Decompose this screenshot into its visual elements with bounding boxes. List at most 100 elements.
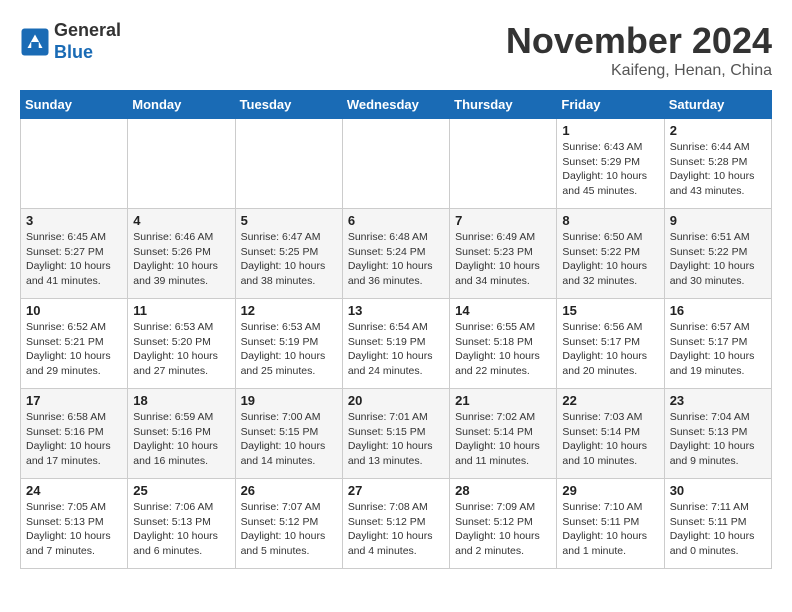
day-number: 5 [241,213,337,228]
weekday-header-wednesday: Wednesday [342,91,449,119]
calendar-cell: 8Sunrise: 6:50 AM Sunset: 5:22 PM Daylig… [557,209,664,299]
day-info: Sunrise: 7:08 AM Sunset: 5:12 PM Dayligh… [348,500,444,559]
day-number: 4 [133,213,229,228]
day-number: 9 [670,213,766,228]
day-info: Sunrise: 6:47 AM Sunset: 5:25 PM Dayligh… [241,230,337,289]
day-number: 2 [670,123,766,138]
day-number: 13 [348,303,444,318]
day-number: 20 [348,393,444,408]
day-info: Sunrise: 6:57 AM Sunset: 5:17 PM Dayligh… [670,320,766,379]
calendar-cell: 7Sunrise: 6:49 AM Sunset: 5:23 PM Daylig… [450,209,557,299]
calendar-cell: 6Sunrise: 6:48 AM Sunset: 5:24 PM Daylig… [342,209,449,299]
day-info: Sunrise: 6:53 AM Sunset: 5:19 PM Dayligh… [241,320,337,379]
day-number: 10 [26,303,122,318]
day-info: Sunrise: 7:06 AM Sunset: 5:13 PM Dayligh… [133,500,229,559]
day-number: 30 [670,483,766,498]
month-title: November 2024 [506,20,772,62]
calendar-cell: 4 Sunrise: 6:46 AM Sunset: 5:26 PM Daylig… [128,209,235,299]
day-number: 3 [26,213,122,228]
weekday-header-thursday: Thursday [450,91,557,119]
day-info: Sunrise: 6:52 AM Sunset: 5:21 PM Dayligh… [26,320,122,379]
title-block: November 2024 Kaifeng, Henan, China [506,20,772,80]
day-info: Sunrise: 7:10 AM Sunset: 5:11 PM Dayligh… [562,500,658,559]
day-number: 15 [562,303,658,318]
weekday-header-sunday: Sunday [21,91,128,119]
day-info: Sunrise: 6:56 AM Sunset: 5:17 PM Dayligh… [562,320,658,379]
day-number: 8 [562,213,658,228]
day-info: Sunrise: 7:07 AM Sunset: 5:12 PM Dayligh… [241,500,337,559]
day-info: Sunrise: 7:00 AM Sunset: 5:15 PM Dayligh… [241,410,337,469]
calendar-cell: 15 Sunrise: 6:56 AM Sunset: 5:17 PM Dayli… [557,299,664,389]
calendar-cell [128,119,235,209]
calendar-cell: 9 Sunrise: 6:51 AM Sunset: 5:22 PM Daylig… [664,209,771,299]
logo-icon [20,27,50,57]
day-number: 18 [133,393,229,408]
day-info: Sunrise: 6:44 AM Sunset: 5:28 PM Dayligh… [670,140,766,199]
day-info: Sunrise: 6:48 AM Sunset: 5:24 PM Dayligh… [348,230,444,289]
logo: General Blue [20,20,121,63]
day-info: Sunrise: 6:58 AM Sunset: 5:16 PM Dayligh… [26,410,122,469]
calendar-cell [342,119,449,209]
calendar-week-row: 3 Sunrise: 6:45 AM Sunset: 5:27 PM Daylig… [21,209,772,299]
calendar-cell: 5 Sunrise: 6:47 AM Sunset: 5:25 PM Daylig… [235,209,342,299]
calendar-cell: 16 Sunrise: 6:57 AM Sunset: 5:17 PM Dayli… [664,299,771,389]
day-info: Sunrise: 6:51 AM Sunset: 5:22 PM Dayligh… [670,230,766,289]
day-number: 25 [133,483,229,498]
calendar-cell [235,119,342,209]
day-number: 22 [562,393,658,408]
day-info: Sunrise: 7:05 AM Sunset: 5:13 PM Dayligh… [26,500,122,559]
day-number: 17 [26,393,122,408]
day-number: 12 [241,303,337,318]
calendar-week-row: 24 Sunrise: 7:05 AM Sunset: 5:13 PM Dayli… [21,479,772,569]
logo-text: General Blue [54,20,121,63]
day-info: Sunrise: 6:53 AM Sunset: 5:20 PM Dayligh… [133,320,229,379]
day-info: Sunrise: 6:46 AM Sunset: 5:26 PM Dayligh… [133,230,229,289]
calendar-cell: 22 Sunrise: 7:03 AM Sunset: 5:14 PM Dayli… [557,389,664,479]
calendar-cell: 10 Sunrise: 6:52 AM Sunset: 5:21 PM Dayli… [21,299,128,389]
location: Kaifeng, Henan, China [506,62,772,80]
day-info: Sunrise: 7:09 AM Sunset: 5:12 PM Dayligh… [455,500,551,559]
day-info: Sunrise: 6:43 AM Sunset: 5:29 PM Dayligh… [562,140,658,199]
weekday-header-monday: Monday [128,91,235,119]
calendar-cell: 23Sunrise: 7:04 AM Sunset: 5:13 PM Dayli… [664,389,771,479]
day-number: 14 [455,303,551,318]
page-header: General Blue November 2024 Kaifeng, Hena… [20,20,772,80]
weekday-header-row: SundayMondayTuesdayWednesdayThursdayFrid… [21,91,772,119]
day-number: 16 [670,303,766,318]
calendar-cell: 26Sunrise: 7:07 AM Sunset: 5:12 PM Dayli… [235,479,342,569]
day-info: Sunrise: 6:59 AM Sunset: 5:16 PM Dayligh… [133,410,229,469]
day-info: Sunrise: 7:02 AM Sunset: 5:14 PM Dayligh… [455,410,551,469]
day-info: Sunrise: 6:45 AM Sunset: 5:27 PM Dayligh… [26,230,122,289]
calendar-cell: 12 Sunrise: 6:53 AM Sunset: 5:19 PM Dayli… [235,299,342,389]
calendar-cell: 25 Sunrise: 7:06 AM Sunset: 5:13 PM Dayli… [128,479,235,569]
calendar-cell: 13 Sunrise: 6:54 AM Sunset: 5:19 PM Dayli… [342,299,449,389]
day-number: 11 [133,303,229,318]
calendar-cell: 30Sunrise: 7:11 AM Sunset: 5:11 PM Dayli… [664,479,771,569]
day-info: Sunrise: 7:04 AM Sunset: 5:13 PM Dayligh… [670,410,766,469]
calendar-cell: 17 Sunrise: 6:58 AM Sunset: 5:16 PM Dayli… [21,389,128,479]
weekday-header-friday: Friday [557,91,664,119]
day-info: Sunrise: 7:03 AM Sunset: 5:14 PM Dayligh… [562,410,658,469]
calendar-cell: 3 Sunrise: 6:45 AM Sunset: 5:27 PM Daylig… [21,209,128,299]
weekday-header-saturday: Saturday [664,91,771,119]
calendar-cell: 28 Sunrise: 7:09 AM Sunset: 5:12 PM Dayli… [450,479,557,569]
weekday-header-tuesday: Tuesday [235,91,342,119]
calendar-cell: 11 Sunrise: 6:53 AM Sunset: 5:20 PM Dayli… [128,299,235,389]
day-number: 21 [455,393,551,408]
calendar-cell: 21 Sunrise: 7:02 AM Sunset: 5:14 PM Dayli… [450,389,557,479]
calendar-cell: 29Sunrise: 7:10 AM Sunset: 5:11 PM Dayli… [557,479,664,569]
calendar-cell [21,119,128,209]
day-number: 7 [455,213,551,228]
day-number: 24 [26,483,122,498]
calendar-week-row: 10 Sunrise: 6:52 AM Sunset: 5:21 PM Dayli… [21,299,772,389]
day-number: 1 [562,123,658,138]
calendar-cell [450,119,557,209]
calendar-cell: 2 Sunrise: 6:44 AM Sunset: 5:28 PM Daylig… [664,119,771,209]
calendar-cell: 14 Sunrise: 6:55 AM Sunset: 5:18 PM Dayli… [450,299,557,389]
day-number: 28 [455,483,551,498]
day-number: 27 [348,483,444,498]
calendar-week-row: 1 Sunrise: 6:43 AM Sunset: 5:29 PM Daylig… [21,119,772,209]
day-info: Sunrise: 6:54 AM Sunset: 5:19 PM Dayligh… [348,320,444,379]
day-info: Sunrise: 6:55 AM Sunset: 5:18 PM Dayligh… [455,320,551,379]
calendar-cell: 27 Sunrise: 7:08 AM Sunset: 5:12 PM Dayli… [342,479,449,569]
